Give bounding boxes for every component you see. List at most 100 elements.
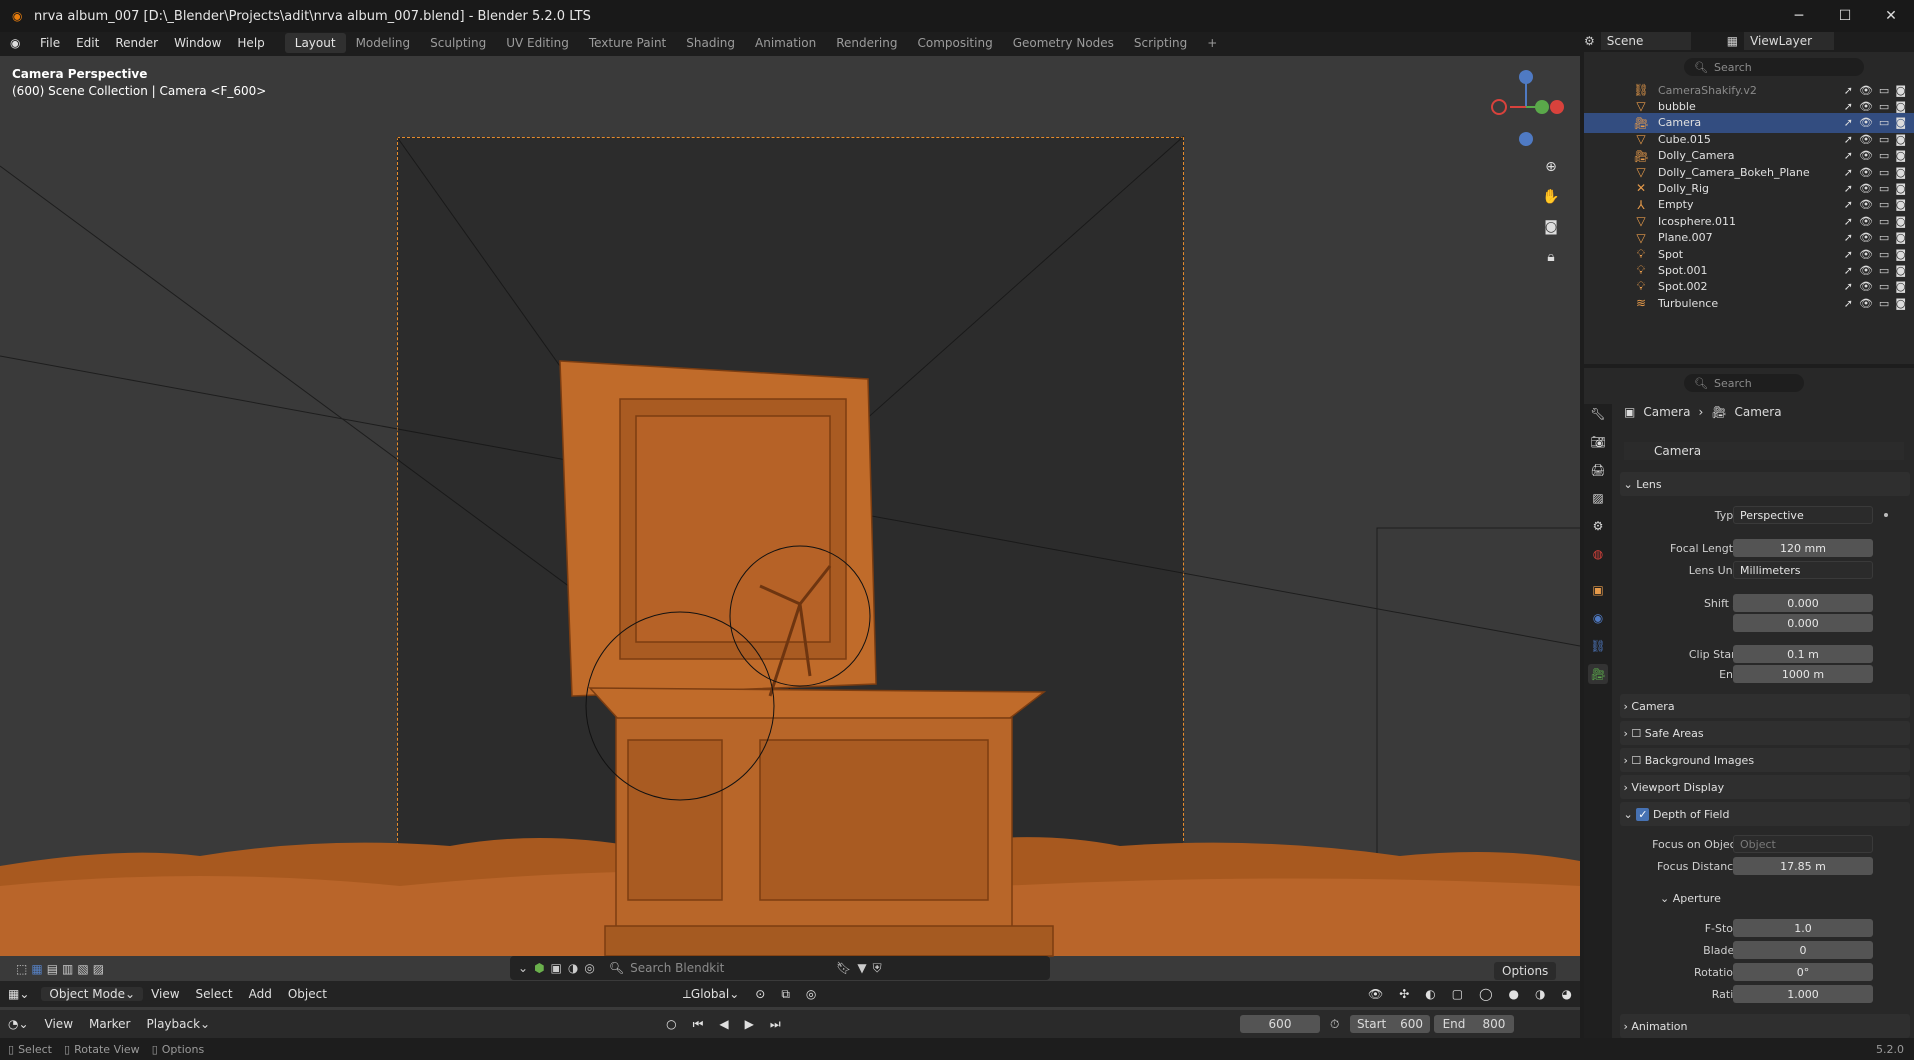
select-arrow-icon[interactable]: ➚ [1844,248,1853,261]
tab-animation[interactable]: Animation [745,33,826,53]
select-arrow-icon[interactable]: ➚ [1844,198,1853,211]
blender-menu-icon[interactable]: ◉ [10,36,24,50]
monitor-icon[interactable]: ▭ [1879,166,1889,179]
monitor-icon[interactable]: ▭ [1879,84,1889,97]
tab-uv-editing[interactable]: UV Editing [496,33,579,53]
monitor-icon[interactable]: ▭ [1879,297,1889,310]
jump-start-icon[interactable]: ⏮ [685,1017,712,1032]
camera-render-icon[interactable]: ◙ [1895,198,1906,211]
blades-field[interactable]: 0 [1733,941,1873,959]
select-arrow-icon[interactable]: ➚ [1844,149,1853,162]
eye-icon[interactable]: 👁︎ [1859,182,1873,195]
menu-window[interactable]: Window [166,36,229,50]
current-frame-field[interactable]: 600 [1240,1015,1320,1033]
jump-end-icon[interactable]: ⏭ [762,1017,789,1032]
select-arrow-icon[interactable]: ➚ [1844,264,1853,277]
end-frame-field[interactable]: End 800 [1434,1015,1514,1033]
focus-object-field[interactable]: Object [1733,835,1873,853]
eye-icon[interactable]: 👁︎ [1859,100,1873,113]
add-workspace-button[interactable]: + [1197,33,1227,53]
menu-object[interactable]: Object [280,987,335,1001]
monitor-icon[interactable]: ▭ [1879,198,1889,211]
select-arrow-icon[interactable]: ➚ [1844,116,1853,129]
outliner-item[interactable]: ≋ Turbulence ➚ 👁︎ ▭ ◙ [1584,293,1914,313]
snap-icon[interactable]: ⧉ [773,987,798,1002]
proportional-edit-icon[interactable]: ◎ [798,987,824,1001]
tab-layout[interactable]: Layout [284,33,346,53]
focus-distance-field[interactable]: 17.85 m [1733,857,1873,875]
aperture-subpanel-header[interactable]: ⌄ Aperture [1660,892,1721,905]
select-arrow-icon[interactable]: ➚ [1844,100,1853,113]
clip-start-field[interactable]: 0.1 m [1733,645,1873,663]
view-layer-selector[interactable]: ViewLayer [1744,32,1835,50]
start-frame-field[interactable]: Start 600 [1350,1015,1430,1033]
eye-icon[interactable]: 👁︎ [1859,149,1873,162]
monitor-icon[interactable]: ▭ [1879,133,1889,146]
camera-render-icon[interactable]: ◙ [1895,133,1906,146]
material-asset-icon[interactable]: ◑ [568,961,578,975]
focal-length-field[interactable]: 120 mm [1733,539,1873,557]
monitor-icon[interactable]: ▭ [1879,215,1889,228]
camera-render-icon[interactable]: ◙ [1895,182,1906,195]
overlay-icon[interactable]: ◐ [1417,987,1443,1001]
zoom-icon[interactable]: ⊕ [1540,156,1562,178]
lens-panel-header[interactable]: ⌄ Lens [1620,472,1910,496]
shield-icon[interactable]: ⛨ [873,961,882,976]
select-extend-icon[interactable]: ▤ [47,962,58,976]
minimize-button[interactable]: ─ [1776,0,1822,32]
solid-shading-icon[interactable]: ● [1501,987,1527,1001]
menu-view[interactable]: View [143,987,187,1001]
scene-selector[interactable]: Scene [1600,32,1691,50]
transform-orientation-selector[interactable]: ⟂ Global ⌄ [675,987,747,1002]
menu-file[interactable]: File [32,36,68,50]
view-layer-tab-icon[interactable]: ▨ [1588,488,1608,508]
monitor-icon[interactable]: ▭ [1879,149,1889,162]
properties-search[interactable]: 🔍︎ Search [1684,374,1804,392]
camera-render-icon[interactable]: ◙ [1895,166,1906,179]
options-button[interactable]: Options [1494,962,1557,980]
render-tab-icon[interactable]: 📷︎ [1588,432,1608,452]
output-tab-icon[interactable]: 🖨︎ [1588,460,1608,480]
monitor-icon[interactable]: ▭ [1879,231,1889,244]
menu-playback[interactable]: Playback ⌄ [139,1017,219,1031]
model-asset-icon[interactable]: ▣ [551,961,562,975]
menu-marker[interactable]: Marker [81,1017,138,1031]
tool-tab-icon[interactable]: 🔧︎ [1588,404,1608,424]
gizmo-icon[interactable]: ✣ [1391,987,1417,1001]
select-intersect-icon[interactable]: ▨ [93,962,104,976]
eye-icon[interactable]: 👁︎ [1859,248,1873,261]
monitor-icon[interactable]: ▭ [1879,248,1889,261]
depth-of-field-panel-header[interactable]: ⌄ ✓ Depth of Field [1620,802,1910,826]
eye-icon[interactable]: 👁︎ [1859,133,1873,146]
camera-view-icon[interactable]: ◙ [1540,216,1562,238]
select-subtract-icon[interactable]: ▥ [62,962,73,976]
select-arrow-icon[interactable]: ➚ [1844,84,1853,97]
play-reverse-icon[interactable]: ◀ [711,1017,736,1031]
eye-icon[interactable]: 👁︎ [1859,215,1873,228]
select-arrow-icon[interactable]: ➚ [1844,280,1853,293]
eye-icon[interactable]: 👁︎ [1859,264,1873,277]
select-box-icon[interactable]: ▦ [31,962,42,976]
chevron-down-icon[interactable]: ⌄ [518,961,528,975]
camera-render-icon[interactable]: ◙ [1895,280,1906,293]
camera-render-icon[interactable]: ◙ [1895,116,1906,129]
shift-y-field[interactable]: 0.000 [1733,614,1873,632]
camera-render-icon[interactable]: ◙ [1895,297,1906,310]
eye-icon[interactable]: 👁︎ [1859,280,1873,293]
menu-add[interactable]: Add [241,987,280,1001]
monitor-icon[interactable]: ▭ [1879,116,1889,129]
play-icon[interactable]: ▶ [737,1017,762,1031]
wireframe-shading-icon[interactable]: ◯ [1471,987,1500,1001]
pivot-icon[interactable]: ⊙ [747,987,773,1001]
blendkit-search-input[interactable]: Search Blendkit [630,961,830,975]
editor-type-icon[interactable]: ▦⌄ [0,987,37,1001]
eye-icon[interactable]: 👁︎ [1859,297,1873,310]
bookmark-icon[interactable]: 🔖︎ [836,961,851,975]
menu-help[interactable]: Help [229,36,272,50]
eye-icon[interactable]: 👁︎ [1859,198,1873,211]
rotation-field[interactable]: 0° [1733,963,1873,981]
pan-hand-icon[interactable]: ✋ [1540,186,1562,208]
fstop-field[interactable]: 1.0 [1733,919,1873,937]
select-arrow-icon[interactable]: ➚ [1844,166,1853,179]
background-images-panel-header[interactable]: › ☐ Background Images [1620,748,1910,772]
